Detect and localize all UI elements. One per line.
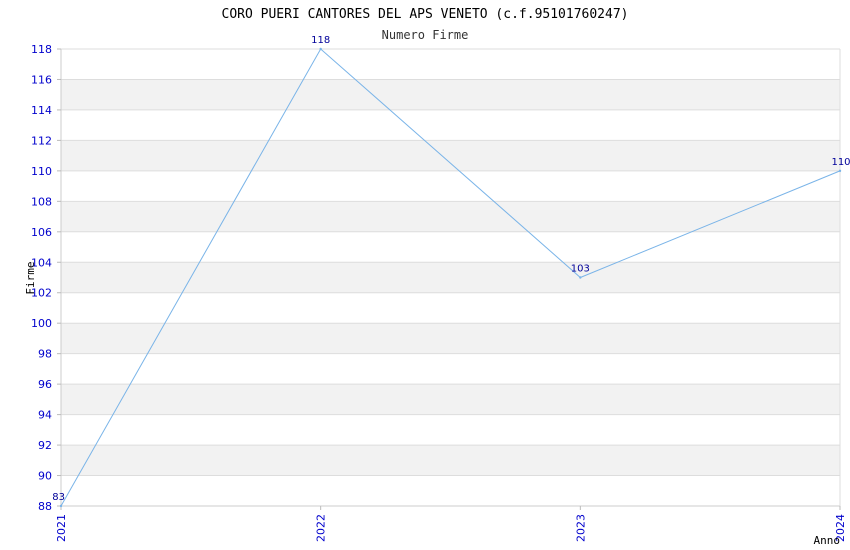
- grid-band: [61, 262, 840, 293]
- y-tick-label: 112: [31, 134, 52, 147]
- y-tick-label: 116: [31, 73, 52, 86]
- background-bands: [61, 79, 840, 476]
- x-axis-ticks: 2021 2022 2023 2024: [55, 506, 847, 542]
- chart-title: CORO PUERI CANTORES DEL APS VENETO (c.f.…: [222, 7, 629, 22]
- data-label: 118: [311, 35, 330, 46]
- grid-band: [61, 140, 840, 171]
- x-tick-label: 2023: [574, 514, 587, 542]
- data-label: 83: [52, 492, 65, 503]
- y-tick-label: 94: [38, 409, 52, 422]
- data-point: [838, 169, 842, 173]
- y-axis-title: Firme: [24, 261, 37, 294]
- line-chart: 8890929496981001021041061081101121141161…: [24, 7, 850, 547]
- x-axis-title: Anno: [814, 534, 841, 547]
- grid-band: [61, 79, 840, 110]
- y-tick-label: 110: [31, 165, 52, 178]
- grid-band: [61, 323, 840, 354]
- y-tick-label: 92: [38, 439, 52, 452]
- y-tick-label: 88: [38, 500, 52, 513]
- x-tick-label: 2022: [315, 514, 328, 542]
- y-tick-label: 100: [31, 317, 52, 330]
- y-tick-label: 108: [31, 195, 52, 208]
- grid-band: [61, 445, 840, 476]
- y-tick-label: 96: [38, 378, 52, 391]
- data-label: 110: [831, 157, 850, 168]
- y-tick-label: 90: [38, 470, 52, 483]
- y-tick-label: 98: [38, 348, 52, 361]
- chart-subtitle: Numero Firme: [382, 28, 469, 42]
- grid-band: [61, 384, 840, 415]
- y-tick-label: 114: [31, 104, 52, 117]
- x-tick-label: 2021: [55, 514, 68, 542]
- y-tick-label: 106: [31, 226, 52, 239]
- data-point: [579, 276, 582, 279]
- y-tick-label: 118: [31, 43, 52, 56]
- data-label: 103: [571, 264, 590, 275]
- data-point: [319, 47, 322, 51]
- data-point: [59, 504, 63, 508]
- grid-band: [61, 201, 840, 232]
